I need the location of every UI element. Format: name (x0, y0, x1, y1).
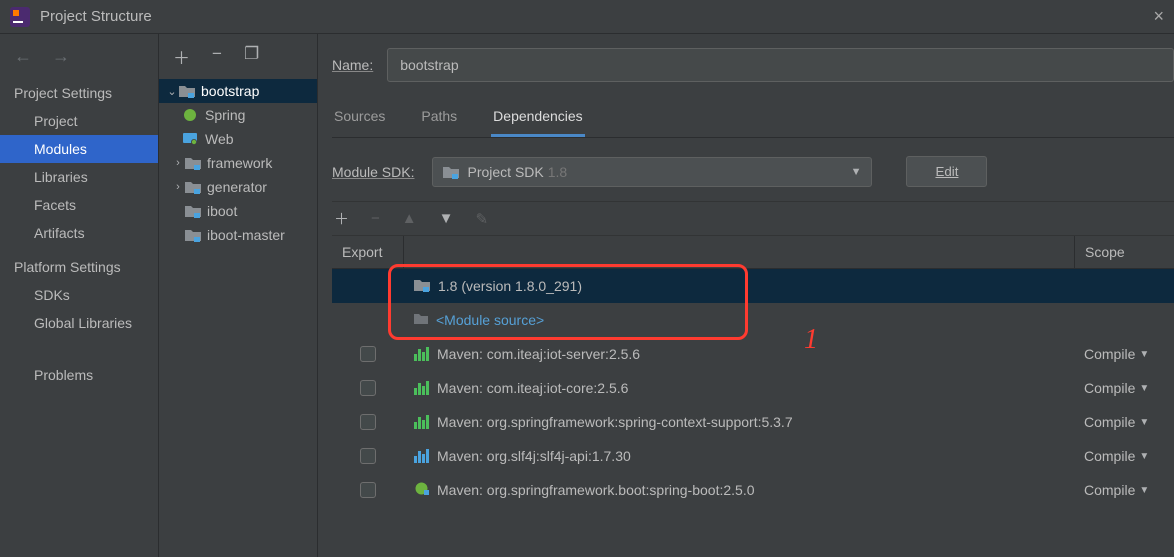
scope-cell[interactable]: Compile▼ (1074, 448, 1174, 464)
nav-back-icon[interactable]: ← (14, 46, 32, 67)
chevron-right-icon: › (171, 157, 185, 169)
tree-label: generator (207, 179, 267, 195)
folder-icon (185, 204, 203, 218)
tree-node-generator[interactable]: › generator (159, 175, 317, 199)
tree-node-iboot[interactable]: iboot (159, 199, 317, 223)
dep-edit-icon: ✎ (476, 210, 489, 228)
titlebar: Project Structure × (0, 0, 1174, 34)
nav-sdks[interactable]: SDKs (0, 281, 158, 309)
group-platform-settings: Platform Settings (0, 253, 158, 281)
folder-icon (185, 228, 203, 242)
tree-node-iboot-master[interactable]: iboot-master (159, 223, 317, 247)
chevron-right-icon: › (171, 181, 185, 193)
library-icon (414, 449, 429, 463)
nav-libraries[interactable]: Libraries (0, 163, 158, 191)
scope-cell[interactable]: Compile▼ (1074, 346, 1174, 362)
module-icon (414, 312, 428, 328)
dep-label: Maven: com.iteaj:iot-core:2.5.6 (437, 380, 628, 396)
app-icon (10, 7, 30, 27)
dep-label: Maven: org.slf4j:slf4j-api:1.7.30 (437, 448, 631, 464)
dep-label: Maven: org.springframework:spring-contex… (437, 414, 793, 430)
library-icon (414, 415, 429, 429)
window-title: Project Structure (40, 8, 152, 25)
dep-label: 1.8 (version 1.8.0_291) (438, 278, 582, 294)
library-icon (414, 381, 429, 395)
settings-sidebar: ← → Project Settings Project Modules Lib… (0, 34, 159, 557)
nav-modules[interactable]: Modules (0, 135, 158, 163)
export-checkbox[interactable] (360, 380, 376, 396)
col-scope: Scope (1074, 236, 1174, 268)
folder-icon (179, 84, 197, 98)
tree-label: Web (205, 131, 234, 147)
web-icon (183, 132, 201, 146)
sdk-text: Project SDK (467, 164, 543, 180)
dep-add-icon[interactable]: ＋ (334, 208, 349, 229)
export-checkbox[interactable] (360, 346, 376, 362)
scope-cell[interactable]: Compile▼ (1074, 380, 1174, 396)
export-checkbox[interactable] (360, 448, 376, 464)
chevron-down-icon: ▼ (851, 166, 862, 178)
table-row[interactable]: 1.8 (version 1.8.0_291) (332, 269, 1174, 303)
table-row[interactable]: Maven: org.slf4j:slf4j-api:1.7.30 Compil… (332, 439, 1174, 473)
name-label: Name: (332, 57, 373, 73)
export-checkbox[interactable] (360, 414, 376, 430)
dependency-table: Export Scope 1.8 (version 1.8.0_291) <Mo… (332, 236, 1174, 507)
table-row[interactable]: Maven: com.iteaj:iot-server:2.5.6 Compil… (332, 337, 1174, 371)
name-input[interactable] (387, 48, 1174, 82)
sdk-label: Module SDK: (332, 164, 414, 180)
nav-problems[interactable]: Problems (0, 361, 158, 389)
tabs: Sources Paths Dependencies (332, 102, 1174, 138)
tab-dependencies[interactable]: Dependencies (491, 102, 585, 137)
table-row[interactable]: Maven: org.springframework.boot:spring-b… (332, 473, 1174, 507)
folder-icon (185, 156, 203, 170)
sdk-dropdown[interactable]: Project SDK 1.8 ▼ (432, 157, 872, 187)
group-project-settings: Project Settings (0, 79, 158, 107)
scope-cell[interactable]: Compile▼ (1074, 414, 1174, 430)
folder-icon (185, 180, 203, 194)
chevron-down-icon: ⌄ (165, 85, 179, 98)
export-checkbox[interactable] (360, 482, 376, 498)
library-icon (414, 481, 429, 499)
tree-label: bootstrap (201, 83, 259, 99)
table-row[interactable]: Maven: com.iteaj:iot-core:2.5.6 Compile▼ (332, 371, 1174, 405)
table-row[interactable]: <Module source> (332, 303, 1174, 337)
tree-label: framework (207, 155, 272, 171)
dep-label: <Module source> (436, 312, 544, 328)
tree-label: iboot (207, 203, 237, 219)
spring-icon (183, 108, 201, 122)
module-tree: ＋ − ❐ ⌄ bootstrap Spring Web › frame (159, 34, 318, 557)
tree-label: iboot-master (207, 227, 285, 243)
tree-node-bootstrap[interactable]: ⌄ bootstrap (159, 79, 317, 103)
tree-node-spring[interactable]: Spring (159, 103, 317, 127)
scope-cell[interactable]: Compile▼ (1074, 482, 1174, 498)
nav-facets[interactable]: Facets (0, 191, 158, 219)
tab-paths[interactable]: Paths (419, 102, 459, 137)
nav-project[interactable]: Project (0, 107, 158, 135)
nav-global-libraries[interactable]: Global Libraries (0, 309, 158, 337)
sdk-version: 1.8 (548, 164, 567, 180)
content-panel: Name: Sources Paths Dependencies Module … (318, 34, 1174, 557)
dep-label: Maven: com.iteaj:iot-server:2.5.6 (437, 346, 640, 362)
folder-icon (414, 278, 430, 295)
tree-label: Spring (205, 107, 245, 123)
nav-forward-icon[interactable]: → (52, 46, 70, 67)
col-export: Export (332, 236, 404, 268)
table-row[interactable]: Maven: org.springframework:spring-contex… (332, 405, 1174, 439)
tab-sources[interactable]: Sources (332, 102, 387, 137)
tree-remove-icon[interactable]: − (212, 44, 222, 69)
dep-down-icon[interactable]: ▼ (439, 210, 454, 227)
edit-button[interactable]: Edit (906, 156, 987, 187)
tree-copy-icon[interactable]: ❐ (244, 44, 259, 69)
tree-add-icon[interactable]: ＋ (173, 44, 190, 69)
library-icon (414, 347, 429, 361)
dep-label: Maven: org.springframework.boot:spring-b… (437, 482, 755, 498)
tree-node-web[interactable]: Web (159, 127, 317, 151)
nav-artifacts[interactable]: Artifacts (0, 219, 158, 247)
tree-node-framework[interactable]: › framework (159, 151, 317, 175)
dep-up-icon: ▲ (402, 210, 417, 227)
folder-icon (443, 165, 459, 179)
dep-remove-icon: − (371, 210, 380, 227)
close-icon[interactable]: × (1153, 6, 1164, 27)
